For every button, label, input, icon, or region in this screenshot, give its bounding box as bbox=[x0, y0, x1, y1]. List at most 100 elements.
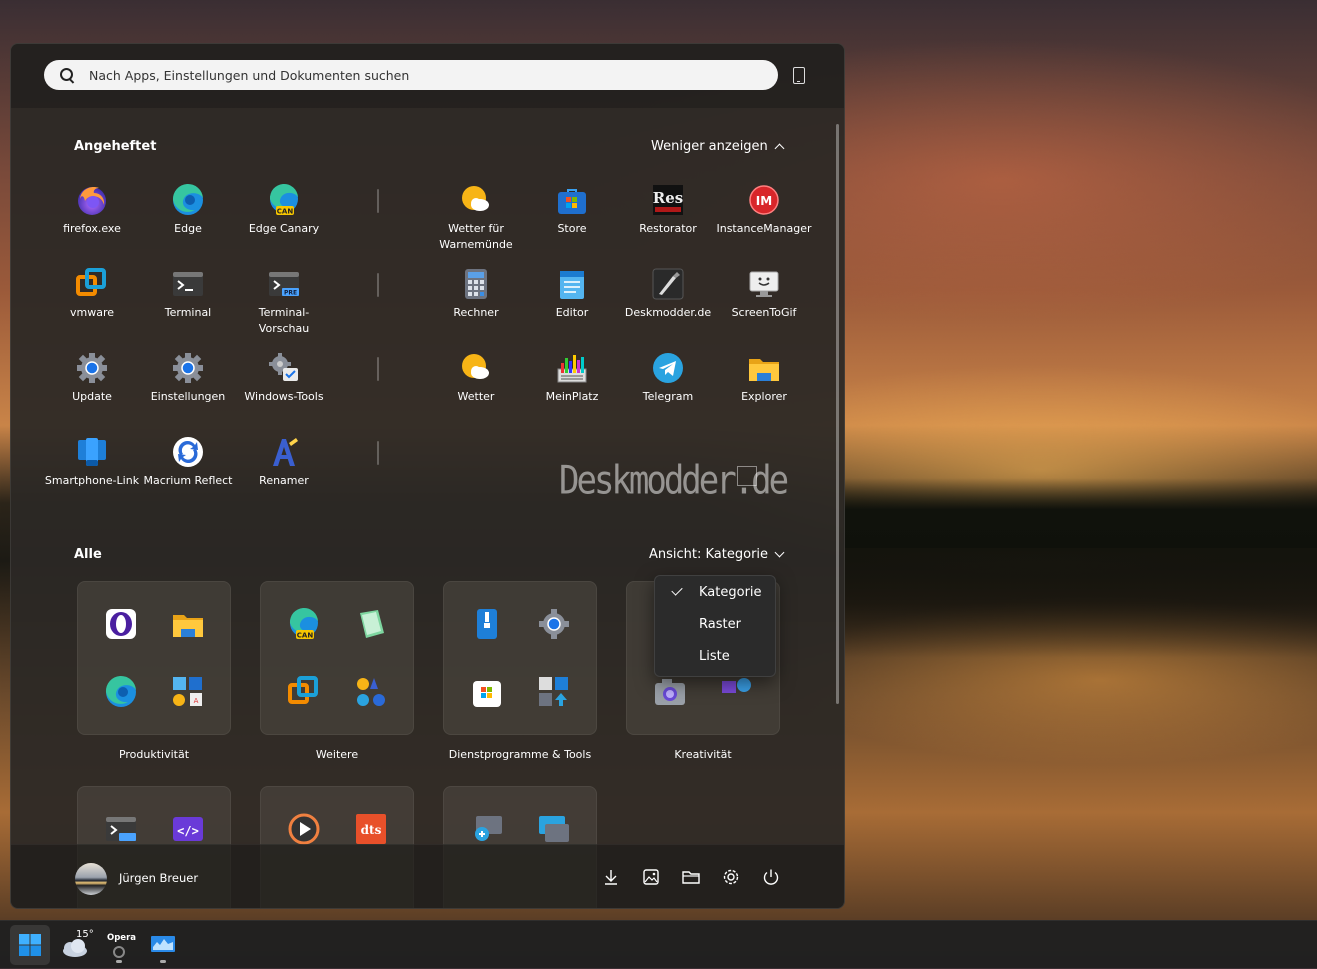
app-instancemanager[interactable]: IM InstanceManager bbox=[716, 183, 812, 237]
app-windows-tools[interactable]: Windows-Tools bbox=[236, 351, 332, 405]
app-label: Editor bbox=[555, 306, 589, 319]
avatar[interactable] bbox=[75, 863, 107, 895]
edge-icon bbox=[104, 675, 138, 709]
power-icon[interactable] bbox=[761, 867, 781, 887]
menu-item-list[interactable]: Liste bbox=[655, 642, 775, 672]
svg-text:IM: IM bbox=[756, 194, 772, 208]
app-firefox[interactable]: firefox.exe bbox=[44, 183, 140, 237]
app-calculator[interactable]: Rechner bbox=[428, 267, 524, 321]
view-mode-label: Ansicht: Kategorie bbox=[649, 547, 769, 562]
svg-text:CAN: CAN bbox=[277, 208, 294, 216]
wallpaper-forest bbox=[843, 478, 1317, 548]
folder-icon[interactable] bbox=[681, 867, 701, 887]
app-label: Store bbox=[557, 222, 587, 235]
show-less-button[interactable]: Weniger anzeigen bbox=[651, 139, 785, 154]
notes-icon bbox=[354, 607, 388, 641]
scrollbar[interactable] bbox=[836, 124, 839, 704]
app-phone-link[interactable]: Smartphone-Link bbox=[44, 435, 140, 489]
menu-item-grid[interactable]: Raster bbox=[655, 610, 775, 640]
app-vmware[interactable]: vmware bbox=[44, 267, 140, 321]
view-mode-menu: Kategorie Raster Liste bbox=[654, 575, 776, 677]
windows-logo-icon bbox=[19, 934, 41, 956]
settings-icon[interactable] bbox=[721, 867, 741, 887]
app-edge-canary[interactable]: CAN Edge Canary bbox=[236, 183, 332, 237]
chevron-down-icon bbox=[774, 547, 785, 558]
app-label: Terminal-Vorschau bbox=[258, 306, 310, 335]
app-restorator[interactable]: Res Restorator bbox=[620, 183, 716, 237]
edge-canary-icon: CAN bbox=[287, 607, 321, 641]
watermark-logo-icon bbox=[737, 466, 757, 486]
image-icon[interactable] bbox=[641, 867, 661, 887]
app-label: Restorator bbox=[639, 222, 697, 235]
app-renamer[interactable]: Renamer bbox=[236, 435, 332, 489]
camera-icon bbox=[653, 675, 687, 709]
app-screentogif[interactable]: ScreenToGif bbox=[716, 267, 812, 321]
app-notepad[interactable]: Editor bbox=[524, 267, 620, 321]
folder-icon bbox=[171, 607, 205, 641]
taskbar-app[interactable] bbox=[143, 925, 183, 965]
settings-gear-icon bbox=[171, 351, 205, 385]
app-terminal[interactable]: Terminal bbox=[140, 267, 236, 321]
category-label: Produktivität bbox=[118, 748, 190, 761]
terminal-icon bbox=[171, 267, 205, 301]
phone-link-button[interactable] bbox=[793, 67, 805, 84]
app-settings[interactable]: Einstellungen bbox=[140, 351, 236, 405]
restorator-icon: Res bbox=[651, 183, 685, 217]
macrium-icon bbox=[171, 435, 205, 469]
all-apps-title: Alle bbox=[74, 547, 102, 562]
magnifier-icon bbox=[470, 812, 504, 846]
opera-icon bbox=[104, 607, 138, 641]
app-weather[interactable]: Wetter bbox=[428, 351, 524, 405]
menu-item-label: Raster bbox=[699, 617, 741, 632]
app-label: Wetter für Warnemünde bbox=[439, 222, 513, 251]
running-indicator bbox=[160, 960, 166, 963]
app-label: ScreenToGif bbox=[731, 306, 797, 319]
app-label: Edge Canary bbox=[248, 222, 320, 235]
search-input[interactable] bbox=[87, 66, 731, 84]
app-edge[interactable]: Edge bbox=[140, 183, 236, 237]
app-label: Explorer bbox=[741, 390, 787, 403]
svg-text:dts: dts bbox=[361, 823, 382, 837]
user-name[interactable]: Jürgen Breuer bbox=[119, 871, 198, 885]
app-deskmodder[interactable]: Deskmodder.de bbox=[620, 267, 716, 321]
edge-icon bbox=[171, 183, 205, 217]
weather-icon bbox=[459, 351, 493, 385]
svg-text:A: A bbox=[194, 697, 199, 705]
category-label: Dienstprogramme & Tools bbox=[448, 748, 592, 761]
app-update[interactable]: Update bbox=[44, 351, 140, 405]
instancemanager-icon: IM bbox=[747, 183, 781, 217]
app-macrium-reflect[interactable]: Macrium Reflect bbox=[140, 435, 236, 489]
app-store[interactable]: Store bbox=[524, 183, 620, 237]
app-label: Smartphone-Link bbox=[44, 474, 140, 487]
taskbar-opera[interactable]: Opera bbox=[99, 925, 139, 965]
calculator-icon bbox=[459, 267, 493, 301]
category-folder-utilities[interactable] bbox=[443, 581, 597, 735]
telegram-icon bbox=[651, 351, 685, 385]
start-button[interactable] bbox=[10, 925, 50, 965]
app-telegram[interactable]: Telegram bbox=[620, 351, 716, 405]
app-label: Einstellungen bbox=[150, 390, 226, 403]
category-label: Weitere bbox=[315, 748, 359, 761]
category-folder-productivity[interactable]: A bbox=[77, 581, 231, 735]
checkmark-icon bbox=[671, 584, 683, 596]
download-icon[interactable] bbox=[601, 867, 621, 887]
app-label: Telegram bbox=[642, 390, 694, 403]
taskbar-weather[interactable]: 15° bbox=[55, 925, 95, 965]
category-folder-other[interactable]: CAN bbox=[260, 581, 414, 735]
phone-link-icon bbox=[75, 435, 109, 469]
pinned-divider bbox=[377, 357, 379, 381]
chevron-up-icon bbox=[774, 143, 785, 154]
app-explorer[interactable]: Explorer bbox=[716, 351, 812, 405]
app-label: MeinPlatz bbox=[545, 390, 599, 403]
app-label: Macrium Reflect bbox=[143, 474, 233, 487]
view-mode-button[interactable]: Ansicht: Kategorie bbox=[649, 547, 785, 562]
store-icon bbox=[555, 183, 589, 217]
app-meinplatz[interactable]: MeinPlatz bbox=[524, 351, 620, 405]
menu-item-category[interactable]: Kategorie bbox=[655, 578, 775, 608]
app-terminal-preview[interactable]: PRE Terminal-Vorschau bbox=[236, 267, 332, 337]
app-weather-warnemuende[interactable]: Wetter für Warnemünde bbox=[428, 183, 524, 253]
terminal-preview-icon: PRE bbox=[267, 267, 301, 301]
search-box[interactable] bbox=[44, 60, 778, 90]
start-footer: Jürgen Breuer bbox=[11, 844, 844, 908]
settings-gear-icon bbox=[537, 607, 571, 641]
